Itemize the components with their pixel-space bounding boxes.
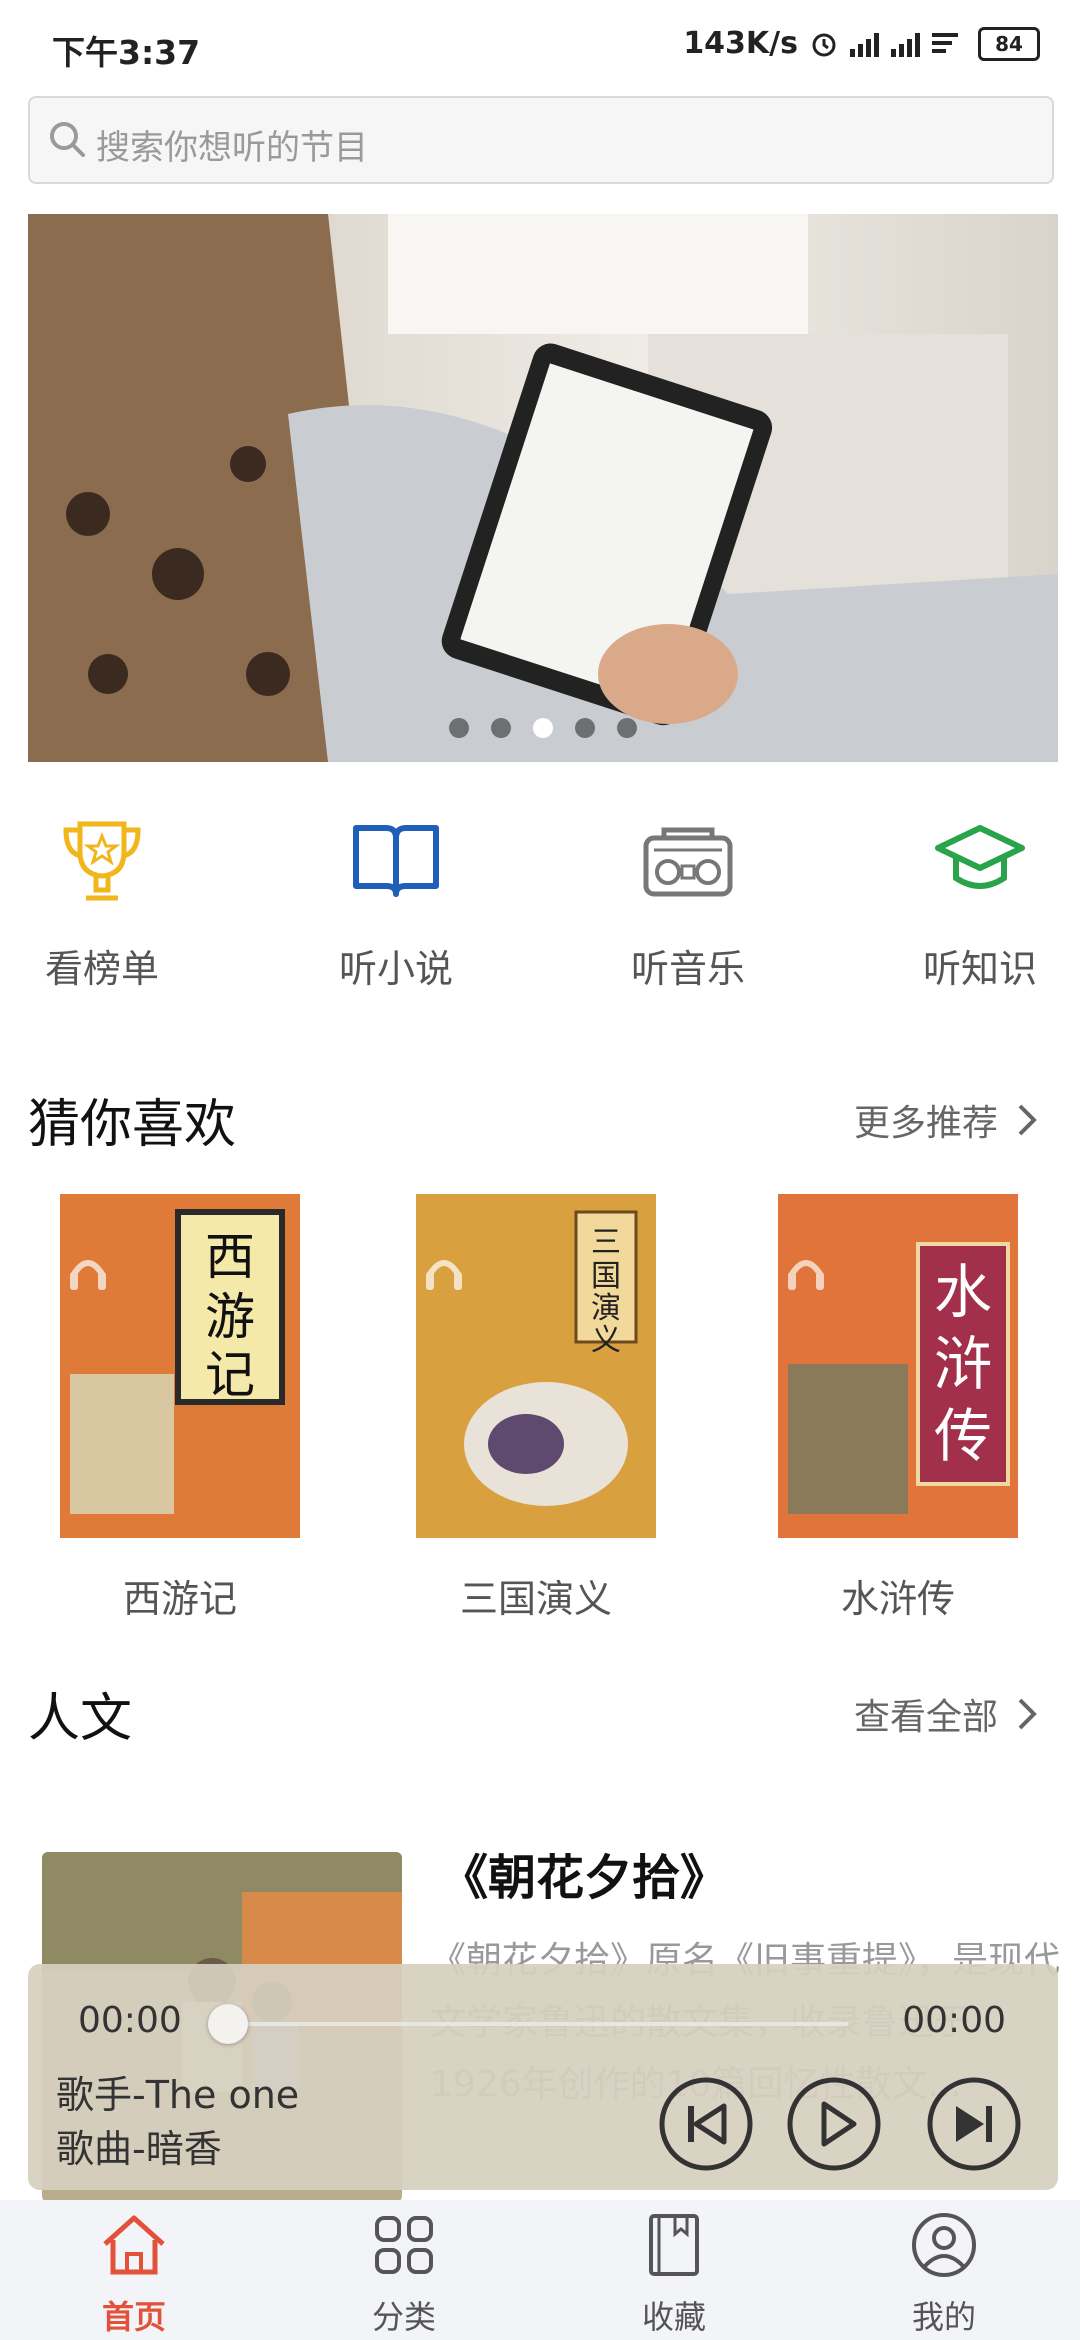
chevron-right-icon — [1018, 1104, 1037, 1136]
nav-label: 收藏 — [641, 2298, 706, 2336]
book-title: 水浒传 — [840, 1577, 955, 1621]
bottom-nav: 首页 分类 收藏 我的 — [0, 2200, 1080, 2340]
grid-icon — [375, 2216, 433, 2274]
battery-icon: 84 — [978, 26, 1040, 61]
user-icon — [912, 2213, 976, 2277]
graduation-cap-icon — [935, 825, 1025, 889]
book-title: 三国演义 — [459, 1577, 612, 1621]
status-time: 下午3:37 — [52, 33, 201, 72]
category-label: 看榜单 — [44, 947, 159, 991]
category-rankings[interactable]: 看榜单 — [2, 810, 202, 993]
carousel-dot[interactable] — [491, 718, 511, 738]
carousel-dot-active[interactable] — [533, 718, 553, 738]
view-all-link[interactable]: 查看全部 — [854, 1688, 1040, 1740]
wifi-icon — [932, 32, 958, 53]
more-recommend-label: 更多推荐 — [853, 1103, 998, 1144]
home-icon — [103, 2215, 165, 2275]
alarm-icon — [812, 33, 836, 56]
radio-icon — [643, 827, 733, 897]
svg-text:传: 传 — [934, 1402, 992, 1470]
nav-profile[interactable]: 我的 — [854, 2210, 1034, 2338]
book-cover: 水 浒 传 — [778, 1194, 1018, 1538]
book-open-icon — [353, 825, 439, 897]
svg-text:演: 演 — [591, 1291, 621, 1326]
signal-icon — [850, 31, 879, 57]
search-placeholder: 搜索你想听的节目 — [96, 128, 368, 168]
play-button[interactable] — [786, 2076, 882, 2172]
category-label: 听音乐 — [630, 947, 745, 991]
progress-track[interactable] — [228, 2022, 848, 2026]
svg-text:西: 西 — [205, 1228, 255, 1286]
carousel-dot[interactable] — [449, 718, 469, 738]
banner-image — [28, 214, 1058, 762]
total-time: 00:00 — [902, 2000, 1006, 2041]
nav-label: 我的 — [911, 2298, 976, 2336]
book-cover: 西 游 记 — [60, 1194, 300, 1538]
svg-text:游: 游 — [205, 1288, 255, 1346]
chevron-right-icon — [1018, 1698, 1037, 1730]
carousel-dot[interactable] — [617, 718, 637, 738]
category-knowledge[interactable]: 听知识 — [880, 810, 1080, 993]
signal-2-icon — [891, 31, 920, 57]
status-icons: 143K/s 84 — [683, 26, 1040, 61]
search-bar[interactable]: 搜索你想听的节目 — [28, 96, 1054, 184]
category-novels[interactable]: 听小说 — [296, 810, 496, 993]
svg-text:义: 义 — [591, 1323, 621, 1358]
mini-player: 00:00 00:00 歌手-The one 歌曲-暗香 — [28, 1964, 1058, 2190]
nav-home[interactable]: 首页 — [44, 2210, 224, 2338]
svg-text:国: 国 — [591, 1259, 621, 1294]
book-title: 西游记 — [122, 1577, 237, 1621]
carousel-dot[interactable] — [575, 718, 595, 738]
category-label: 听知识 — [922, 947, 1037, 991]
humanities-title: 人文 — [28, 1689, 133, 1749]
book-card[interactable]: 三 国 演 义 三国演义 — [416, 1194, 656, 1623]
svg-text:记: 记 — [205, 1346, 255, 1404]
book-card[interactable]: 西 游 记 西游记 — [60, 1194, 300, 1623]
network-speed: 143K/s — [683, 26, 798, 61]
book-card[interactable]: 水 浒 传 水浒传 — [778, 1194, 1018, 1623]
progress-thumb[interactable] — [208, 2004, 248, 2044]
search-icon — [50, 122, 85, 157]
trophy-icon — [63, 821, 141, 901]
carousel-dots — [28, 718, 1058, 738]
song-label: 歌曲-暗香 — [56, 2127, 222, 2171]
current-time: 00:00 — [78, 2000, 182, 2041]
next-button[interactable] — [926, 2076, 1022, 2172]
singer-label: 歌手-The one — [56, 2073, 300, 2117]
category-label: 听小说 — [338, 947, 453, 991]
book-cover: 三 国 演 义 — [416, 1194, 656, 1538]
nav-label: 分类 — [371, 2298, 436, 2336]
recommend-title: 猜你喜欢 — [28, 1095, 237, 1155]
svg-text:浒: 浒 — [934, 1330, 992, 1398]
svg-text:三: 三 — [591, 1225, 621, 1260]
nav-category[interactable]: 分类 — [314, 2210, 494, 2338]
nav-label: 首页 — [101, 2298, 166, 2336]
more-recommend-link[interactable]: 更多推荐 — [854, 1094, 1040, 1146]
banner-carousel[interactable] — [28, 214, 1058, 762]
view-all-label: 查看全部 — [853, 1697, 998, 1738]
category-music[interactable]: 听音乐 — [588, 810, 788, 993]
bookmark-book-icon — [649, 2214, 699, 2276]
previous-button[interactable] — [658, 2076, 754, 2172]
category-row: 看榜单 听小说 听音乐 听知识 — [0, 810, 1080, 1010]
svg-text:水: 水 — [934, 1258, 992, 1326]
nav-favorites[interactable]: 收藏 — [584, 2210, 764, 2338]
status-bar: 下午3:37 143K/s 84 — [0, 0, 1080, 92]
article-title[interactable]: 《朝花夕拾》 — [440, 1838, 728, 1908]
